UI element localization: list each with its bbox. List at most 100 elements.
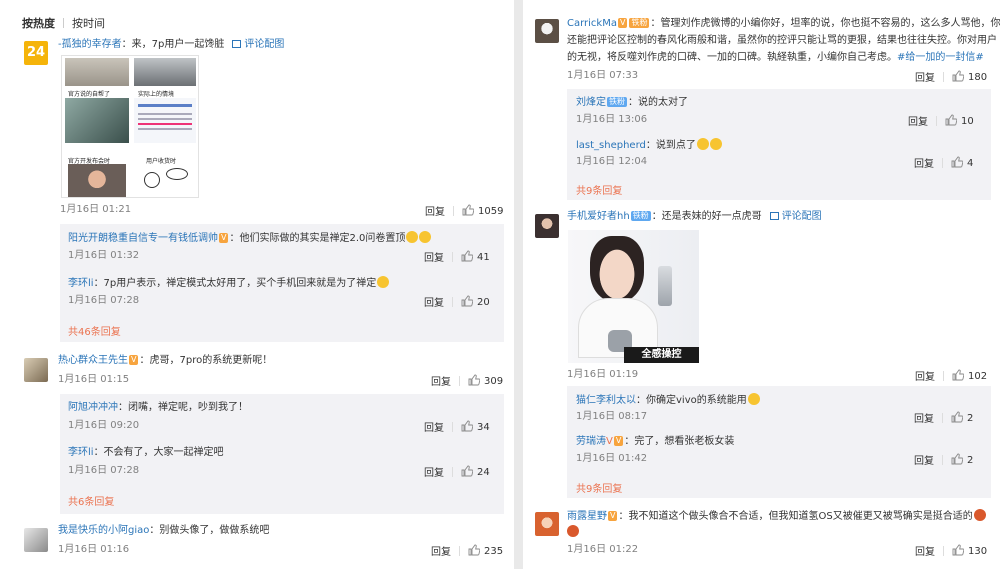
like-button[interactable]: 2	[951, 411, 973, 424]
avatar[interactable]	[24, 358, 48, 382]
reply-button[interactable]: 回复	[424, 294, 444, 309]
more-replies-link[interactable]: 共9条回复	[576, 480, 622, 495]
collage-caption-1: 官方说的自帮了	[68, 91, 111, 98]
reply-line: last_shepherd：说到点了	[576, 138, 722, 153]
reply-button[interactable]: 回复	[915, 69, 935, 84]
replier-name[interactable]: 猫仁李利太以	[576, 395, 636, 406]
reply-time: 1月16日 13:06	[576, 114, 648, 125]
like-button[interactable]: 180	[952, 70, 987, 83]
like-button[interactable]: 309	[468, 374, 503, 387]
vip-v-icon: V	[606, 436, 613, 447]
fan-badge: 铁粉	[630, 211, 651, 221]
thumbs-up-icon	[461, 420, 473, 432]
comment-actions: 回复 309	[431, 373, 503, 388]
avatar[interactable]: 24	[24, 41, 48, 65]
like-button[interactable]: 41	[461, 250, 490, 263]
comment-text: ：来，7p用户一起馋脏	[121, 39, 225, 50]
comment-time: 1月16日 07:33	[567, 70, 639, 81]
like-button[interactable]: 130	[952, 544, 987, 557]
commenter-name[interactable]: 雨露星野	[567, 511, 607, 522]
commenter-name[interactable]: CarrickMa	[567, 18, 617, 29]
thumbs-up-icon	[468, 374, 480, 386]
reply-time: 1月16日 08:17	[576, 411, 648, 422]
comment-picture-link[interactable]: 评论配图	[782, 211, 822, 222]
like-button[interactable]: 10	[945, 114, 974, 127]
like-button[interactable]: 24	[461, 465, 490, 478]
reply-button[interactable]: 回复	[424, 464, 444, 479]
replier-name[interactable]: last_shepherd	[576, 140, 646, 151]
reply-actions: 回复 2	[914, 452, 973, 467]
avatar[interactable]	[535, 512, 559, 536]
replier-name[interactable]: 李环li	[68, 278, 94, 289]
action-divider	[453, 205, 454, 216]
replier-name[interactable]: 阳光开朗稳重自信专一有钱低调帅	[68, 233, 218, 244]
reply-button[interactable]: 回复	[431, 543, 451, 558]
reply-button[interactable]: 回复	[915, 543, 935, 558]
image-caption-bar: 全感操控	[624, 347, 699, 363]
panel-divider	[514, 0, 523, 569]
tab-time[interactable]: 按时间	[72, 15, 105, 31]
like-button[interactable]: 1059	[462, 204, 503, 217]
thumbs-up-icon	[468, 544, 480, 556]
reply-button[interactable]: 回复	[908, 113, 928, 128]
replier-name[interactable]: 刘烽定	[576, 97, 606, 108]
action-divider	[452, 296, 453, 307]
comment-text: ：我不知道这个做头像合不合适，但我知道氢OS又被催更又被骂确实是挺合适的	[618, 511, 973, 522]
commenter-name[interactable]: 热心群众王先生	[58, 355, 128, 366]
comment-picture-link[interactable]: 评论配图	[244, 39, 284, 50]
reply-line: 阿旭冲冲冲：闭嘴，禅定呢，吵到我了！	[68, 401, 248, 415]
reply-button[interactable]: 回复	[425, 203, 445, 218]
thumbs-up-icon	[952, 369, 964, 381]
like-button[interactable]: 20	[461, 295, 490, 308]
reply-text: ：说到点了	[645, 140, 696, 151]
reply-text: ：说的太对了	[628, 97, 688, 108]
reply-button[interactable]: 回复	[424, 249, 444, 264]
commenter-name[interactable]: 我是快乐的小阿giao	[58, 525, 149, 536]
action-divider	[936, 115, 937, 126]
comment-image[interactable]: 官方说的自帮了 实际上的情境 官方开发布会时 用户收货时	[61, 55, 199, 198]
replier-name[interactable]: 阿旭冲冲冲	[68, 402, 118, 413]
comment-text: ：别做头像了，做做系统吧	[149, 525, 270, 536]
avatar[interactable]	[535, 19, 559, 43]
comment-actions: 回复 180	[915, 69, 987, 84]
more-replies-link[interactable]: 共9条回复	[576, 182, 622, 197]
emoji-icon	[747, 393, 760, 405]
picture-icon	[232, 40, 242, 48]
reply-button[interactable]: 回复	[915, 368, 935, 383]
action-divider	[943, 71, 944, 82]
reply-button[interactable]: 回复	[914, 452, 934, 467]
more-replies-link[interactable]: 共6条回复	[68, 493, 114, 508]
replier-name[interactable]: 劳瑞涛	[576, 436, 606, 447]
replier-name[interactable]: 李环li	[68, 447, 94, 458]
like-button[interactable]: 102	[952, 369, 987, 382]
reply-button[interactable]: 回复	[424, 419, 444, 434]
emoji-icon	[696, 138, 709, 150]
like-button[interactable]: 4	[951, 156, 973, 169]
avatar[interactable]	[535, 214, 559, 238]
reply-time: 1月16日 07:28	[68, 465, 140, 476]
avatar[interactable]	[24, 528, 48, 552]
thumbs-up-icon	[461, 295, 473, 307]
emoji-icon	[709, 138, 722, 150]
comment-text: ：虎哥，7pro的系统更新呢！	[139, 355, 273, 366]
reply-button[interactable]: 回复	[431, 373, 451, 388]
like-button[interactable]: 34	[461, 420, 490, 433]
badge-icon: V	[613, 436, 624, 446]
reply-actions: 回复 2	[914, 410, 973, 425]
sort-tabs: 按热度 按时间	[22, 15, 105, 31]
commenter-name[interactable]: 手机爱好者hh	[567, 211, 630, 222]
like-count: 180	[968, 72, 988, 83]
comment-line: 我是快乐的小阿giao：别做头像了，做做系统吧	[58, 524, 269, 538]
comment-image[interactable]: 全感操控	[568, 230, 699, 363]
hashtag-link[interactable]: #给一加的一封信#	[897, 52, 984, 63]
tab-hot[interactable]: 按热度	[22, 15, 55, 31]
reply-button[interactable]: 回复	[914, 155, 934, 170]
like-button[interactable]: 235	[468, 544, 503, 557]
collage-photo-5	[68, 164, 126, 197]
reply-button[interactable]: 回复	[914, 410, 934, 425]
more-replies-link[interactable]: 共46条回复	[68, 323, 121, 338]
action-divider	[452, 421, 453, 432]
like-button[interactable]: 2	[951, 453, 973, 466]
commenter-name[interactable]: -孤独的幸存者	[58, 39, 122, 50]
collage-caption-2: 实际上的情境	[138, 91, 175, 98]
